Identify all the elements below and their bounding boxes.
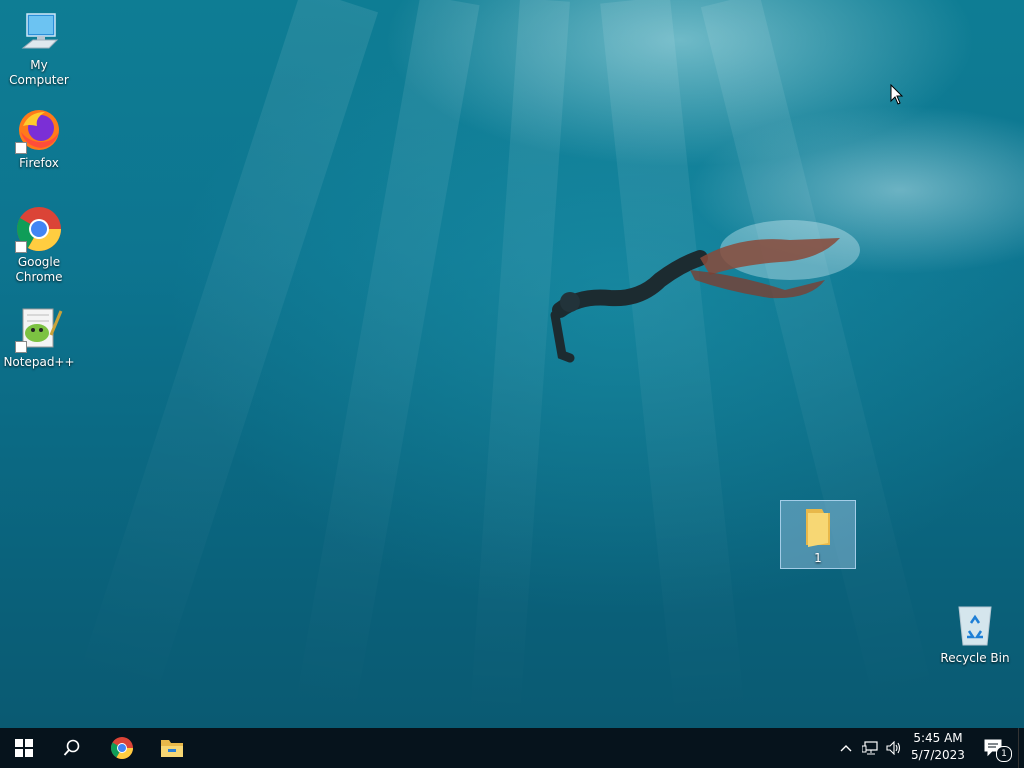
recycle-bin-icon xyxy=(951,601,999,649)
chrome-icon xyxy=(15,205,63,253)
network-button[interactable] xyxy=(858,728,882,768)
start-button[interactable] xyxy=(0,728,48,768)
computer-icon xyxy=(15,8,63,56)
desktop-icon-label: My Computer xyxy=(9,58,69,87)
desktop-icon-label: 1 xyxy=(814,551,822,565)
notification-count-badge: 1 xyxy=(996,746,1012,762)
folder-icon xyxy=(794,505,842,549)
desktop-icon-label: Google Chrome xyxy=(15,255,63,284)
desktop-icon-google-chrome[interactable]: Google Chrome xyxy=(1,205,77,285)
taskbar-file-explorer-button[interactable] xyxy=(148,728,196,768)
notepadpp-icon xyxy=(15,305,63,353)
chevron-up-icon xyxy=(840,745,852,752)
volume-button[interactable] xyxy=(882,728,906,768)
clock-date: 5/7/2023 xyxy=(911,748,965,762)
clock[interactable]: 5:45 AM 5/7/2023 xyxy=(908,731,968,762)
show-hidden-icons-button[interactable] xyxy=(834,728,858,768)
shortcut-arrow-icon xyxy=(15,142,27,154)
speaker-icon xyxy=(886,741,901,755)
desktop-wallpaper xyxy=(0,0,1024,728)
network-icon xyxy=(862,741,878,755)
show-desktop-button[interactable] xyxy=(1018,728,1024,768)
desktop-icon-label: Notepad++ xyxy=(3,355,75,369)
desktop-icon-notepadpp[interactable]: Notepad++ xyxy=(1,305,77,370)
mouse-cursor-icon xyxy=(890,84,904,105)
desktop-icon-folder-1[interactable]: 1 xyxy=(780,500,856,569)
taskbar-chrome-button[interactable] xyxy=(98,728,146,768)
file-explorer-icon xyxy=(161,740,183,757)
shortcut-arrow-icon xyxy=(15,341,27,353)
shortcut-arrow-icon xyxy=(15,241,27,253)
desktop-icon-recycle-bin[interactable]: Recycle Bin xyxy=(937,601,1013,666)
desktop-icon-label: Firefox xyxy=(19,156,59,170)
desktop-icon-label: Recycle Bin xyxy=(940,651,1010,665)
chrome-icon xyxy=(111,737,133,759)
taskbar: 5:45 AM 5/7/2023 1 xyxy=(0,728,1024,768)
action-center-button[interactable]: 1 xyxy=(978,728,1012,768)
diver-image xyxy=(550,220,860,363)
desktop-icon-my-computer[interactable]: My Computer xyxy=(1,8,77,88)
search-button[interactable] xyxy=(48,728,96,768)
desktop-icon-firefox[interactable]: Firefox xyxy=(1,106,77,171)
windows-logo-icon xyxy=(15,739,33,757)
search-icon xyxy=(63,739,80,756)
clock-time: 5:45 AM xyxy=(913,731,963,745)
firefox-icon xyxy=(15,106,63,154)
